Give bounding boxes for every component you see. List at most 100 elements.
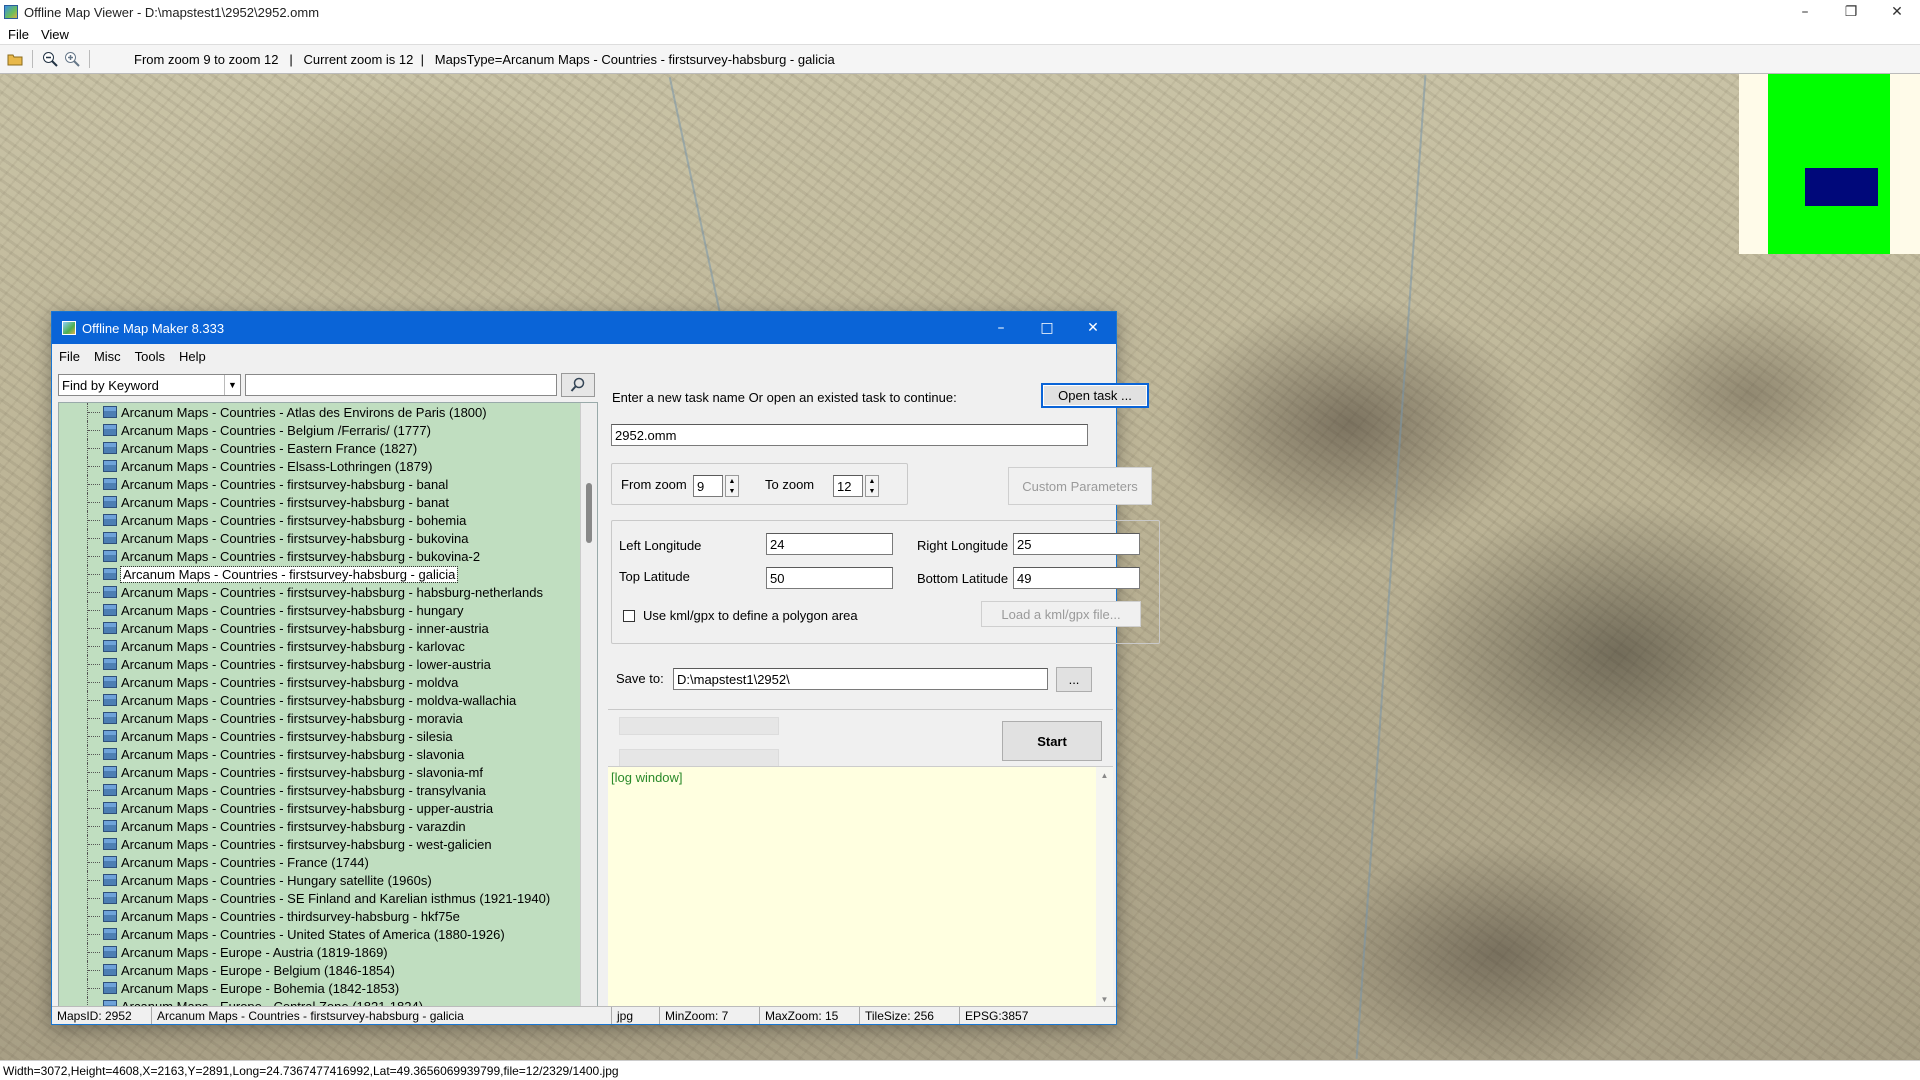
- tree-connector: [87, 925, 101, 943]
- close-icon[interactable]: ✕: [1070, 312, 1116, 344]
- map-list-pane: Find by Keyword ▼ Arcanum Maps - Countri…: [58, 372, 598, 1008]
- use-kml-label: Use kml/gpx to define a polygon area: [643, 608, 858, 623]
- tree-item[interactable]: Arcanum Maps - Countries - firstsurvey-h…: [59, 511, 579, 529]
- zoom-in-icon[interactable]: [61, 48, 83, 70]
- tree-item[interactable]: Arcanum Maps - Countries - United States…: [59, 925, 579, 943]
- use-kml-checkbox[interactable]: [623, 610, 635, 622]
- menu-file[interactable]: File: [59, 349, 80, 364]
- chevron-up-icon[interactable]: ▲: [1096, 767, 1113, 784]
- menu-view[interactable]: View: [41, 27, 69, 42]
- log-window[interactable]: [log window] ▲ ▼: [608, 766, 1113, 1008]
- tree-item[interactable]: Arcanum Maps - Countries - firstsurvey-h…: [59, 799, 579, 817]
- tree-item[interactable]: Arcanum Maps - Countries - firstsurvey-h…: [59, 709, 579, 727]
- save-to-input[interactable]: D:\mapstest1\2952\: [673, 668, 1048, 690]
- tree-item[interactable]: Arcanum Maps - Europe - Bohemia (1842-18…: [59, 979, 579, 997]
- overview-minimap[interactable]: [1739, 74, 1920, 254]
- chevron-down-icon[interactable]: ▼: [224, 375, 240, 395]
- tree-item-label: Arcanum Maps - Countries - SE Finland an…: [121, 890, 551, 906]
- tree-item[interactable]: Arcanum Maps - Countries - firstsurvey-h…: [59, 817, 579, 835]
- menu-misc[interactable]: Misc: [94, 349, 121, 364]
- open-folder-icon[interactable]: [4, 48, 26, 70]
- from-zoom-spinner[interactable]: ▲ ▼: [725, 475, 739, 497]
- tree-item[interactable]: Arcanum Maps - Countries - Elsass-Lothri…: [59, 457, 579, 475]
- tree-item[interactable]: Arcanum Maps - Countries - firstsurvey-h…: [59, 781, 579, 799]
- tree-item-label: Arcanum Maps - Countries - firstsurvey-h…: [121, 800, 494, 816]
- tree-item[interactable]: Arcanum Maps - Countries - firstsurvey-h…: [59, 583, 579, 601]
- from-zoom-input[interactable]: 9: [693, 475, 723, 497]
- tree-connector: [87, 619, 101, 637]
- tree-item[interactable]: Arcanum Maps - Countries - Eastern Franc…: [59, 439, 579, 457]
- to-zoom-spinner[interactable]: ▲ ▼: [865, 475, 879, 497]
- map-icon: [103, 442, 117, 454]
- open-task-button[interactable]: Open task ...: [1041, 383, 1149, 408]
- custom-parameters-button[interactable]: Custom Parameters: [1008, 467, 1152, 505]
- tree-item[interactable]: Arcanum Maps - Countries - Belgium /Ferr…: [59, 421, 579, 439]
- tree-connector: [87, 511, 101, 529]
- tree-item[interactable]: Arcanum Maps - Countries - firstsurvey-h…: [59, 565, 579, 583]
- menu-help[interactable]: Help: [179, 349, 206, 364]
- tree-item[interactable]: Arcanum Maps - Countries - firstsurvey-h…: [59, 655, 579, 673]
- log-scrollbar[interactable]: ▲ ▼: [1096, 767, 1113, 1008]
- right-longitude-input[interactable]: 25: [1013, 533, 1140, 555]
- bottom-latitude-input[interactable]: 49: [1013, 567, 1140, 589]
- tree-item[interactable]: Arcanum Maps - Countries - firstsurvey-h…: [59, 493, 579, 511]
- tree-item[interactable]: Arcanum Maps - Countries - Atlas des Env…: [59, 403, 579, 421]
- start-button[interactable]: Start: [1002, 721, 1102, 761]
- chevron-up-icon[interactable]: ▲: [869, 478, 876, 485]
- tree-item[interactable]: Arcanum Maps - Countries - Hungary satel…: [59, 871, 579, 889]
- left-longitude-input[interactable]: 24: [766, 533, 893, 555]
- search-button[interactable]: [561, 373, 595, 397]
- left-longitude-label: Left Longitude: [619, 538, 702, 553]
- status-format: jpg: [612, 1007, 660, 1024]
- tree-item[interactable]: Arcanum Maps - Countries - firstsurvey-h…: [59, 835, 579, 853]
- top-latitude-input[interactable]: 50: [766, 567, 893, 589]
- tree-item[interactable]: Arcanum Maps - Countries - firstsurvey-h…: [59, 547, 579, 565]
- tree-item[interactable]: Arcanum Maps - Countries - firstsurvey-h…: [59, 673, 579, 691]
- tree-item[interactable]: Arcanum Maps - Countries - firstsurvey-h…: [59, 619, 579, 637]
- to-zoom-label: To zoom: [765, 477, 815, 492]
- menu-tools[interactable]: Tools: [135, 349, 165, 364]
- tree-connector: [87, 529, 101, 547]
- tree-item[interactable]: Arcanum Maps - Countries - firstsurvey-h…: [59, 745, 579, 763]
- to-zoom-input[interactable]: 12: [833, 475, 863, 497]
- minimize-icon[interactable]: –: [1782, 0, 1828, 24]
- tree-item[interactable]: Arcanum Maps - Countries - SE Finland an…: [59, 889, 579, 907]
- maximize-icon[interactable]: □: [1024, 312, 1070, 344]
- restore-icon[interactable]: ❐: [1828, 0, 1874, 24]
- tree-item[interactable]: Arcanum Maps - Countries - firstsurvey-h…: [59, 601, 579, 619]
- tree-item[interactable]: Arcanum Maps - Countries - firstsurvey-h…: [59, 763, 579, 781]
- tree-item[interactable]: Arcanum Maps - Countries - France (1744): [59, 853, 579, 871]
- map-icon: [103, 622, 117, 634]
- search-icon: [570, 377, 585, 392]
- tree-connector: [87, 763, 101, 781]
- load-kml-button[interactable]: Load a kml/gpx file...: [981, 601, 1141, 627]
- tree-item[interactable]: Arcanum Maps - Europe - Belgium (1846-18…: [59, 961, 579, 979]
- save-to-label: Save to:: [616, 671, 664, 686]
- tree-item[interactable]: Arcanum Maps - Countries - firstsurvey-h…: [59, 727, 579, 745]
- map-tree[interactable]: Arcanum Maps - Countries - Atlas des Env…: [58, 402, 598, 1008]
- close-icon[interactable]: ✕: [1874, 0, 1920, 24]
- tree-item-label: Arcanum Maps - Countries - United States…: [121, 926, 505, 942]
- tree-item[interactable]: Arcanum Maps - Countries - firstsurvey-h…: [59, 691, 579, 709]
- tree-item[interactable]: Arcanum Maps - Countries - thirdsurvey-h…: [59, 907, 579, 925]
- menu-file[interactable]: File: [8, 27, 29, 42]
- task-name-input[interactable]: 2952.omm: [611, 424, 1088, 446]
- minimize-icon[interactable]: –: [978, 312, 1024, 344]
- scrollbar-thumb[interactable]: [586, 483, 592, 543]
- tree-item[interactable]: Arcanum Maps - Countries - firstsurvey-h…: [59, 637, 579, 655]
- dialog-title-bar[interactable]: Offline Map Maker 8.333 – □ ✕: [52, 312, 1116, 344]
- chevron-up-icon[interactable]: ▲: [729, 478, 736, 485]
- tree-item[interactable]: Arcanum Maps - Europe - Austria (1819-18…: [59, 943, 579, 961]
- map-icon: [103, 586, 117, 598]
- tree-scrollbar[interactable]: [580, 403, 597, 1007]
- zoom-out-icon[interactable]: [39, 48, 61, 70]
- chevron-down-icon[interactable]: ▼: [869, 488, 876, 495]
- browse-button[interactable]: ...: [1056, 667, 1092, 692]
- tree-item[interactable]: Arcanum Maps - Countries - firstsurvey-h…: [59, 529, 579, 547]
- toolbar-separator: [32, 50, 33, 68]
- chevron-down-icon[interactable]: ▼: [729, 488, 736, 495]
- find-mode-select[interactable]: Find by Keyword ▼: [58, 374, 241, 396]
- search-input[interactable]: [245, 374, 557, 396]
- tree-item[interactable]: Arcanum Maps - Countries - firstsurvey-h…: [59, 475, 579, 493]
- minimap-viewport[interactable]: [1805, 168, 1878, 206]
